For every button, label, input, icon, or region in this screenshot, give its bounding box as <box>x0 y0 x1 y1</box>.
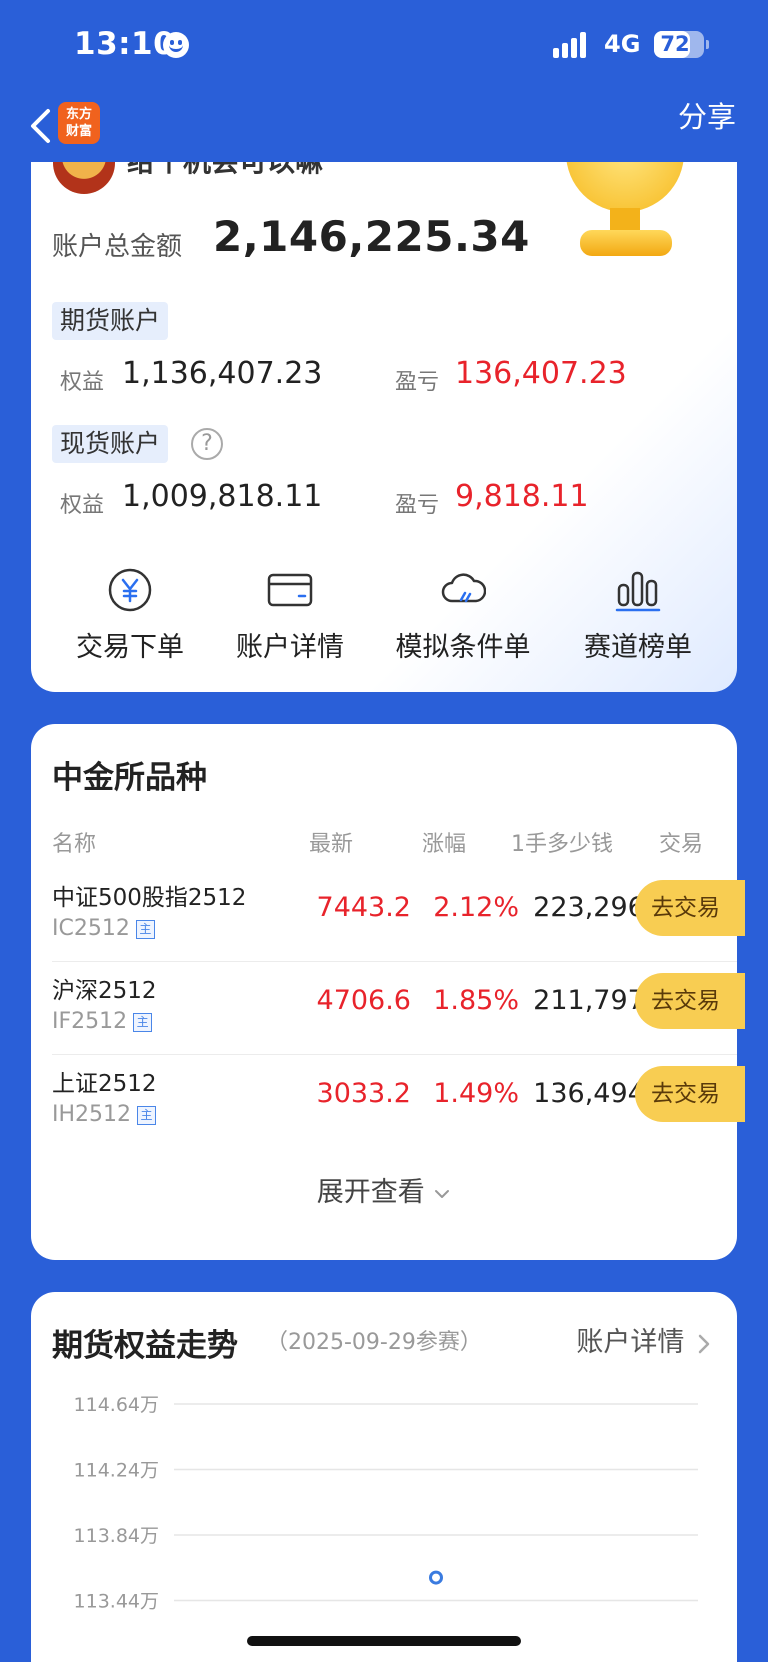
futures-pnl-value: 136,407.23 <box>455 356 627 391</box>
row-divider <box>52 961 737 962</box>
total-label: 账户总金额 <box>52 232 183 262</box>
column-name: 名称 <box>52 832 97 857</box>
share-button[interactable]: 分享 <box>678 94 736 136</box>
table-row[interactable]: 上证2512 IH2512 主 3033.2 1.49% 136,494 去交易 <box>31 1054 745 1147</box>
latest-price: 7443.2 <box>316 892 411 923</box>
user-name: 给个机会可以嘛 <box>127 162 323 180</box>
logo-line-1: 东方 <box>65 107 92 122</box>
trade-button[interactable]: 去交易 <box>635 1066 745 1122</box>
contract-name: 中证500股指2512 <box>52 885 247 911</box>
quick-action-trade[interactable]: 交易下单 <box>50 567 210 664</box>
futures-account-tag: 期货账户 <box>52 302 169 340</box>
row-divider <box>52 1054 737 1055</box>
main-contract-badge: 主 <box>137 1105 157 1125</box>
spot-pnl-value: 9,818.11 <box>455 479 589 514</box>
equity-trend-title: 期货权益走势 <box>52 1328 238 1364</box>
y-tick-label: 114.64万 <box>74 1394 159 1416</box>
quick-action-label: 赛道榜单 <box>584 632 692 663</box>
battery-icon: 72 <box>654 31 709 58</box>
quick-action-leaderboard[interactable]: 赛道榜单 <box>558 567 718 664</box>
contract-code: IC2512 主 <box>52 916 155 941</box>
lot-cost: 223,296 <box>533 892 645 923</box>
account-card: 给个机会可以嘛 297 账户总金额 2,146,225.34 期货账户 权益 1… <box>31 162 737 692</box>
equity-line-chart: 114.64万 114.24万 113.84万 113.44万 <box>74 1394 698 1613</box>
trade-button[interactable]: 去交易 <box>635 880 745 936</box>
trade-button[interactable]: 去交易 <box>635 973 745 1029</box>
main-contract-badge: 主 <box>135 919 155 939</box>
futures-pnl-label: 盈亏 <box>395 370 440 395</box>
table-row[interactable]: 沪深2512 IF2512 主 4706.6 1.85% 211,797 去交易 <box>31 961 745 1054</box>
column-lot-cost: 1手多少钱 <box>511 832 613 857</box>
status-bar: 13:10 4G 72 <box>0 0 768 92</box>
bar-chart-icon <box>615 571 661 612</box>
contract-code-text: IF2512 <box>52 1009 128 1034</box>
chevron-down-icon <box>435 1189 450 1198</box>
signal-icon <box>553 30 593 58</box>
y-tick-label: 114.24万 <box>74 1460 159 1482</box>
spot-pnl-label: 盈亏 <box>395 493 440 518</box>
change-percent: 1.49% <box>433 1078 519 1109</box>
chevron-right-icon <box>698 1334 710 1353</box>
y-tick-label: 113.84万 <box>74 1525 159 1547</box>
y-tick-label: 113.44万 <box>74 1591 159 1613</box>
cffex-card: 中金所品种 名称 最新 涨幅 1手多少钱 交易 中证500股指2512 IC25… <box>31 724 745 1260</box>
expand-button[interactable]: 展开查看 <box>31 1170 737 1209</box>
battery-level: 72 <box>660 32 690 56</box>
spot-account-tag: 现货账户 <box>52 425 169 463</box>
quick-action-label: 账户详情 <box>236 632 344 663</box>
total-value: 2,146,225.34 <box>213 212 530 261</box>
futures-equity-value: 1,136,407.23 <box>122 356 323 391</box>
avatar[interactable] <box>53 162 115 194</box>
contract-code: IF2512 主 <box>52 1009 153 1034</box>
account-detail-label: 账户详情 <box>576 1327 685 1358</box>
card-icon <box>267 573 313 607</box>
cffex-title: 中金所品种 <box>52 760 207 796</box>
change-percent: 1.85% <box>433 985 519 1016</box>
back-icon[interactable] <box>28 108 54 144</box>
column-latest: 最新 <box>309 832 354 857</box>
equity-trend-card: 期货权益走势 （2025-09-29参赛） 账户详情 114.64万 114.24… <box>31 1292 737 1662</box>
lot-cost: 136,494 <box>533 1078 645 1109</box>
nav-bar: 东方 财富 分享 <box>0 92 768 162</box>
table-row[interactable]: 中证500股指2512 IC2512 主 7443.2 2.12% 223,296… <box>31 868 745 961</box>
contract-code: IH2512 主 <box>52 1102 157 1127</box>
contract-code-text: IH2512 <box>52 1102 132 1127</box>
home-indicator <box>247 1636 521 1646</box>
latest-price: 3033.2 <box>316 1078 411 1109</box>
data-point <box>429 1570 443 1585</box>
spot-equity-label: 权益 <box>60 493 105 518</box>
contract-name: 沪深2512 <box>52 978 157 1004</box>
lot-cost: 211,797 <box>533 985 645 1016</box>
quick-action-label: 模拟条件单 <box>395 632 531 663</box>
main-contract-badge: 主 <box>133 1012 153 1032</box>
quick-action-label: 交易下单 <box>76 632 184 663</box>
contract-code-text: IC2512 <box>52 916 130 941</box>
cloud-icon <box>441 573 486 603</box>
column-trade: 交易 <box>659 832 704 857</box>
equity-trend-subtitle: （2025-09-29参赛） <box>266 1330 482 1355</box>
contract-name: 上证2512 <box>52 1071 157 1097</box>
column-change: 涨幅 <box>422 832 467 857</box>
expand-label: 展开查看 <box>316 1177 425 1208</box>
futures-equity-label: 权益 <box>60 370 105 395</box>
smile-icon <box>163 32 189 58</box>
help-icon[interactable]: ? <box>191 428 223 460</box>
logo-line-2: 财富 <box>65 124 92 139</box>
quick-action-account-detail[interactable]: 账户详情 <box>210 567 370 664</box>
status-time: 13:10 <box>74 26 176 62</box>
app-logo: 东方 财富 <box>58 102 100 144</box>
spot-equity-value: 1,009,818.11 <box>122 479 323 514</box>
change-percent: 2.12% <box>433 892 519 923</box>
latest-price: 4706.6 <box>316 985 411 1016</box>
quick-action-condition-order[interactable]: 模拟条件单 <box>383 567 543 664</box>
account-detail-link[interactable]: 账户详情 <box>576 1320 711 1359</box>
trophy-icon: 297 <box>536 162 716 262</box>
yen-circle-icon <box>108 568 152 612</box>
network-label: 4G <box>604 30 641 58</box>
